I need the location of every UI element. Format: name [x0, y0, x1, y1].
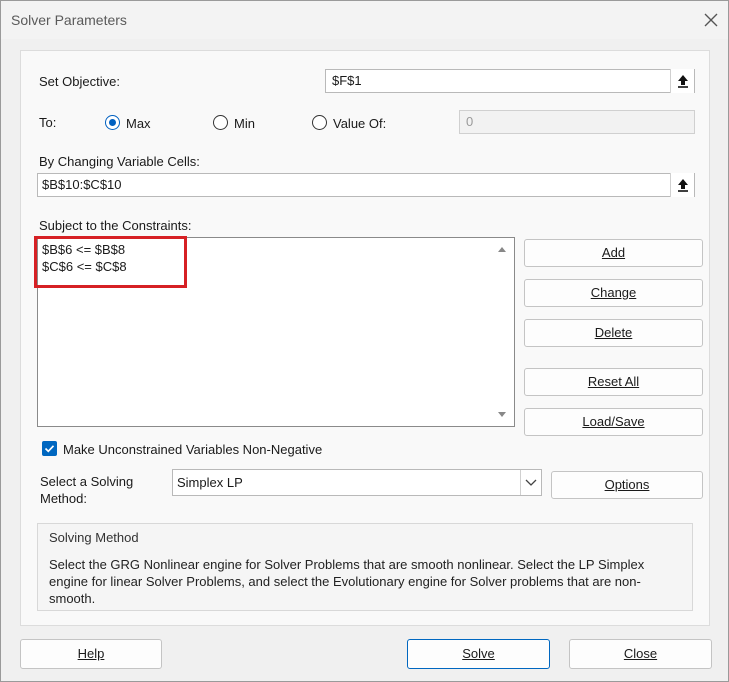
min-radio[interactable] [213, 115, 228, 130]
add-button[interactable]: Add [524, 239, 703, 267]
reset-all-button[interactable]: Reset All [524, 368, 703, 396]
close-button-label: Close [623, 646, 658, 661]
changing-cells-input[interactable]: $B$10:$C$10 [37, 173, 695, 197]
solving-method-value: Simplex LP [177, 475, 243, 490]
scroll-up-icon[interactable] [496, 244, 508, 254]
dropdown-arrow[interactable] [520, 470, 541, 495]
delete-button-label: Delete [594, 325, 633, 340]
title-bar: Solver Parameters [1, 1, 728, 39]
nonnegative-label[interactable]: Make Unconstrained Variables Non-Negativ… [63, 442, 322, 457]
close-icon[interactable] [699, 8, 723, 32]
method-label-line1: Select a Solving [40, 474, 134, 489]
load-save-button[interactable]: Load/Save [524, 408, 703, 436]
scroll-down-icon[interactable] [496, 410, 508, 420]
objective-ref-button[interactable] [670, 69, 694, 93]
max-radio[interactable] [105, 115, 120, 130]
changing-cells-ref-button[interactable] [670, 173, 694, 197]
close-button[interactable]: Close [569, 639, 712, 669]
solving-method-title: Solving Method [49, 530, 139, 545]
method-label-line2: Method: [40, 491, 87, 506]
set-objective-label: Set Objective: [39, 74, 120, 89]
solve-button[interactable]: Solve [407, 639, 550, 669]
solving-method-description: Select the GRG Nonlinear engine for Solv… [49, 557, 645, 606]
objective-input[interactable]: $F$1 [325, 69, 695, 93]
load-save-button-label: Load/Save [582, 414, 645, 429]
solver-parameters-dialog: Solver Parameters Set Objective: $F$1 To… [0, 0, 729, 682]
change-button-label: Change [590, 285, 637, 300]
solving-method-group: Solving Method Select the GRG Nonlinear … [37, 523, 693, 611]
collapse-dialog-icon [678, 75, 688, 88]
chevron-down-icon [525, 479, 537, 486]
help-button[interactable]: Help [20, 639, 162, 669]
value-of-input[interactable]: 0 [459, 110, 695, 134]
solving-method-select[interactable]: Simplex LP [172, 469, 542, 496]
nonnegative-checkbox[interactable] [42, 441, 57, 456]
options-button-label: Options [604, 477, 650, 492]
change-button[interactable]: Change [524, 279, 703, 307]
min-label[interactable]: Min [234, 116, 255, 131]
help-button-label: Help [77, 646, 105, 661]
checkmark-icon [44, 445, 55, 453]
options-button[interactable]: Options [551, 471, 703, 499]
constraints-label: Subject to the Constraints: [39, 218, 192, 233]
value-of-radio[interactable] [312, 115, 327, 130]
window-title: Solver Parameters [11, 12, 127, 28]
changing-cells-label: By Changing Variable Cells: [39, 154, 200, 169]
to-label: To: [39, 115, 57, 130]
collapse-dialog-icon [678, 179, 688, 192]
delete-button[interactable]: Delete [524, 319, 703, 347]
constraints-highlight [34, 236, 187, 288]
max-label[interactable]: Max [126, 116, 151, 131]
reset-all-button-label: Reset All [587, 374, 640, 389]
add-button-label: Add [601, 245, 626, 260]
solve-button-label: Solve [462, 646, 495, 661]
value-of-label[interactable]: Value Of: [333, 116, 386, 131]
